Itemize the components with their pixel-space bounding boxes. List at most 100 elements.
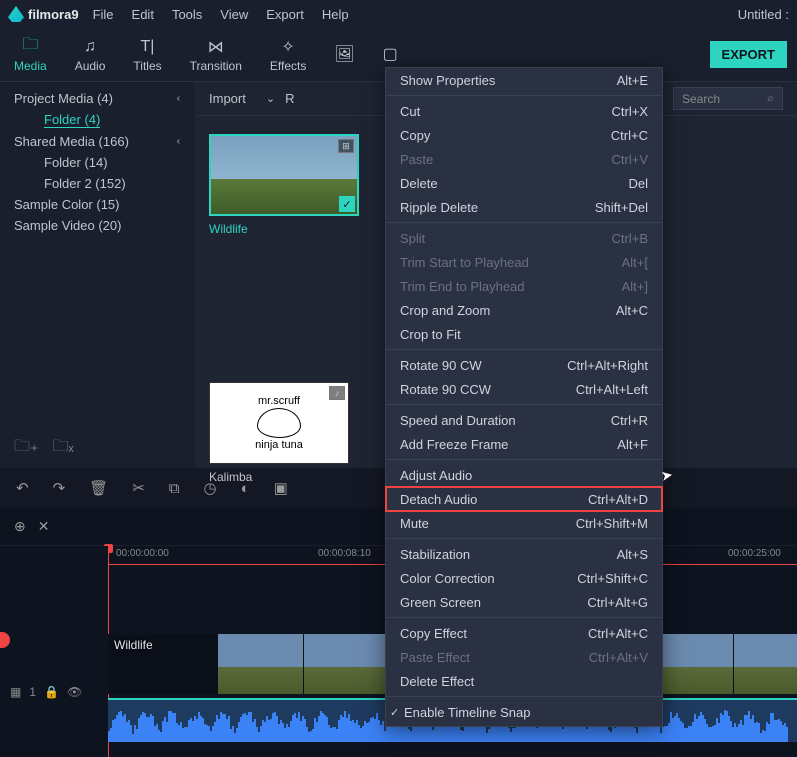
sidebar-item-folder-2[interactable]: Folder 2 (152) [0,173,195,194]
menu-item-trim-start-to-playhead: Trim Start to Playhead Alt+[ [386,250,662,274]
menu-item-show-properties[interactable]: Show PropertiesAlt+E [386,68,662,92]
menu-item-detach-audio[interactable]: Detach AudioCtrl+Alt+D [386,487,662,511]
menu-item-label: Mute [400,516,429,531]
eye-icon[interactable]: 👁 [67,685,82,699]
sidebar-item-folder-14[interactable]: Folder (14) [0,152,195,173]
sidebar-item-shared-media[interactable]: Shared Media (166)⌄ [0,131,195,152]
tab-elements[interactable]: 🖼 [320,40,368,70]
menu-tools[interactable]: Tools [172,7,202,22]
search-icon: ⌕ [767,91,774,106]
shortcut-label: Ctrl+Alt+D [568,492,648,507]
menu-item-copy-effect[interactable]: Copy Effect Ctrl+Alt+C [386,621,662,645]
thumb-kalimba[interactable]: mr.scruff ninja tuna ♪ Kalimba [209,382,349,484]
shortcut-label: Ctrl+Alt+C [568,626,648,641]
tab-effects[interactable]: ✧Effects [256,33,320,77]
menu-item-cut[interactable]: CutCtrl+X [386,99,662,123]
shortcut-label: Ctrl+X [592,104,648,119]
menu-item-color-correction[interactable]: Color CorrectionCtrl+Shift+C [386,566,662,590]
shortcut-label: Alt+S [597,547,648,562]
add-folder-icon[interactable]: 🗀₊ [14,435,38,462]
track-controls[interactable]: ▦ 1 🔒 👁 [0,674,108,710]
export-button[interactable]: EXPORT [710,41,787,68]
menu-item-rotate-90-cw[interactable]: Rotate 90 CWCtrl+Alt+Right [386,353,662,377]
cut-icon[interactable]: ✂ [132,479,145,497]
menu-item-green-screen[interactable]: Green ScreenCtrl+Alt+G [386,590,662,614]
shortcut-label: Alt+[ [602,255,648,270]
menu-item-speed-and-duration[interactable]: Speed and Duration Ctrl+R [386,408,662,432]
add-marker-icon[interactable]: ⊕ [14,518,26,535]
tab-audio[interactable]: ♫Audio [61,33,120,77]
menu-item-copy[interactable]: CopyCtrl+C [386,123,662,147]
menu-export[interactable]: Export [266,7,304,22]
shortcut-label: Ctrl+Alt+V [569,650,648,665]
tab-transition[interactable]: ⋈Transition [176,33,256,77]
menu-item-label: Copy Effect [400,626,467,641]
tab-media[interactable]: 🗀Media [0,33,61,77]
menu-item-label: Speed and Duration [400,413,516,428]
menu-item-label: Rotate 90 CCW [400,382,491,397]
import-dropdown[interactable]: Import⌄ [209,91,275,106]
menu-file[interactable]: File [93,7,114,22]
menu-separator [386,538,662,539]
lock-icon[interactable]: 🔒 [44,685,59,699]
menu-item-label: Crop to Fit [400,327,461,342]
sidebar-item-sample-color[interactable]: Sample Color (15) [0,194,195,215]
unlink-icon[interactable]: ✕ [38,518,50,535]
transition-icon: ⋈ [208,37,224,57]
menu-item-label: Split [400,231,425,246]
search-input[interactable]: Search⌕ [673,87,783,110]
menu-item-label: Trim Start to Playhead [400,255,529,270]
menu-edit[interactable]: Edit [132,7,154,22]
remove-folder-icon[interactable]: 🗀ₓ [52,435,73,462]
shortcut-label: Ctrl+R [591,413,648,428]
shortcut-label: Ctrl+V [592,152,648,167]
shortcut-label: Del [608,176,648,191]
tab-split[interactable]: ▢ [369,40,412,70]
shortcut-label: Alt+C [596,303,648,318]
menu-item-rotate-90-ccw[interactable]: Rotate 90 CCWCtrl+Alt+Left [386,377,662,401]
thumbnail-image: mr.scruff ninja tuna ♪ [209,382,349,464]
chevron-down-icon: ⌄ [174,137,187,146]
menu-item-crop-and-zoom[interactable]: Crop and ZoomAlt+C [386,298,662,322]
menu-separator [386,696,662,697]
text-icon: T| [141,37,155,57]
menu-item-stabilization[interactable]: StabilizationAlt+S [386,542,662,566]
layout-icon: ▢ [383,44,398,64]
chevron-down-icon: ⌄ [174,94,187,103]
record-dropdown[interactable]: R [285,91,294,106]
sidebar-item-folder[interactable]: Folder (4) [0,109,195,131]
menu-item-label: Paste Effect [400,650,470,665]
check-icon: ✓ [339,196,355,212]
delete-icon[interactable]: 🗑 [89,479,108,497]
menu-item-label: Add Freeze Frame [400,437,508,452]
thumb-wildlife[interactable]: ⊞ ✓ Wildlife [209,134,359,236]
menu-item-adjust-audio[interactable]: Adjust Audio [386,463,662,487]
menu-item-mute[interactable]: MuteCtrl+Shift+M [386,511,662,535]
sidebar-item-sample-video[interactable]: Sample Video (20) [0,215,195,236]
menu-item-label: Delete [400,176,438,191]
shortcut-label: Ctrl+B [592,231,648,246]
menu-item-split: Split Ctrl+B [386,226,662,250]
menu-item-label: Ripple Delete [400,200,478,215]
shortcut-label: Ctrl+C [591,128,648,143]
menu-item-label: Delete Effect [400,674,474,689]
redo-icon[interactable]: ↷ [53,479,66,497]
menu-item-enable-timeline-snap[interactable]: ✓Enable Timeline Snap [386,700,662,724]
menu-help[interactable]: Help [322,7,349,22]
crop-icon[interactable]: ⧉ [169,480,180,497]
shortcut-label: Ctrl+Alt+G [567,595,648,610]
menu-view[interactable]: View [220,7,248,22]
menu-item-ripple-delete[interactable]: Ripple DeleteShift+Del [386,195,662,219]
menu-separator [386,404,662,405]
menu-item-delete-effect[interactable]: Delete Effect [386,669,662,693]
menu-item-delete[interactable]: Delete Del [386,171,662,195]
menu-item-crop-to-fit[interactable]: Crop to Fit [386,322,662,346]
undo-icon[interactable]: ↶ [16,479,29,497]
sidebar-item-project-media[interactable]: Project Media (4)⌄ [0,88,195,109]
logo-text: filmora9 [28,7,79,22]
context-menu: Show PropertiesAlt+E CutCtrl+XCopyCtrl+C P… [385,67,663,727]
music-icon: ♫ [84,37,96,57]
tab-titles[interactable]: T|Titles [119,33,175,77]
menu-item-add-freeze-frame[interactable]: Add Freeze FrameAlt+F [386,432,662,456]
timeline-track-headers: ▦ 1 🔒 👁 [0,546,108,757]
